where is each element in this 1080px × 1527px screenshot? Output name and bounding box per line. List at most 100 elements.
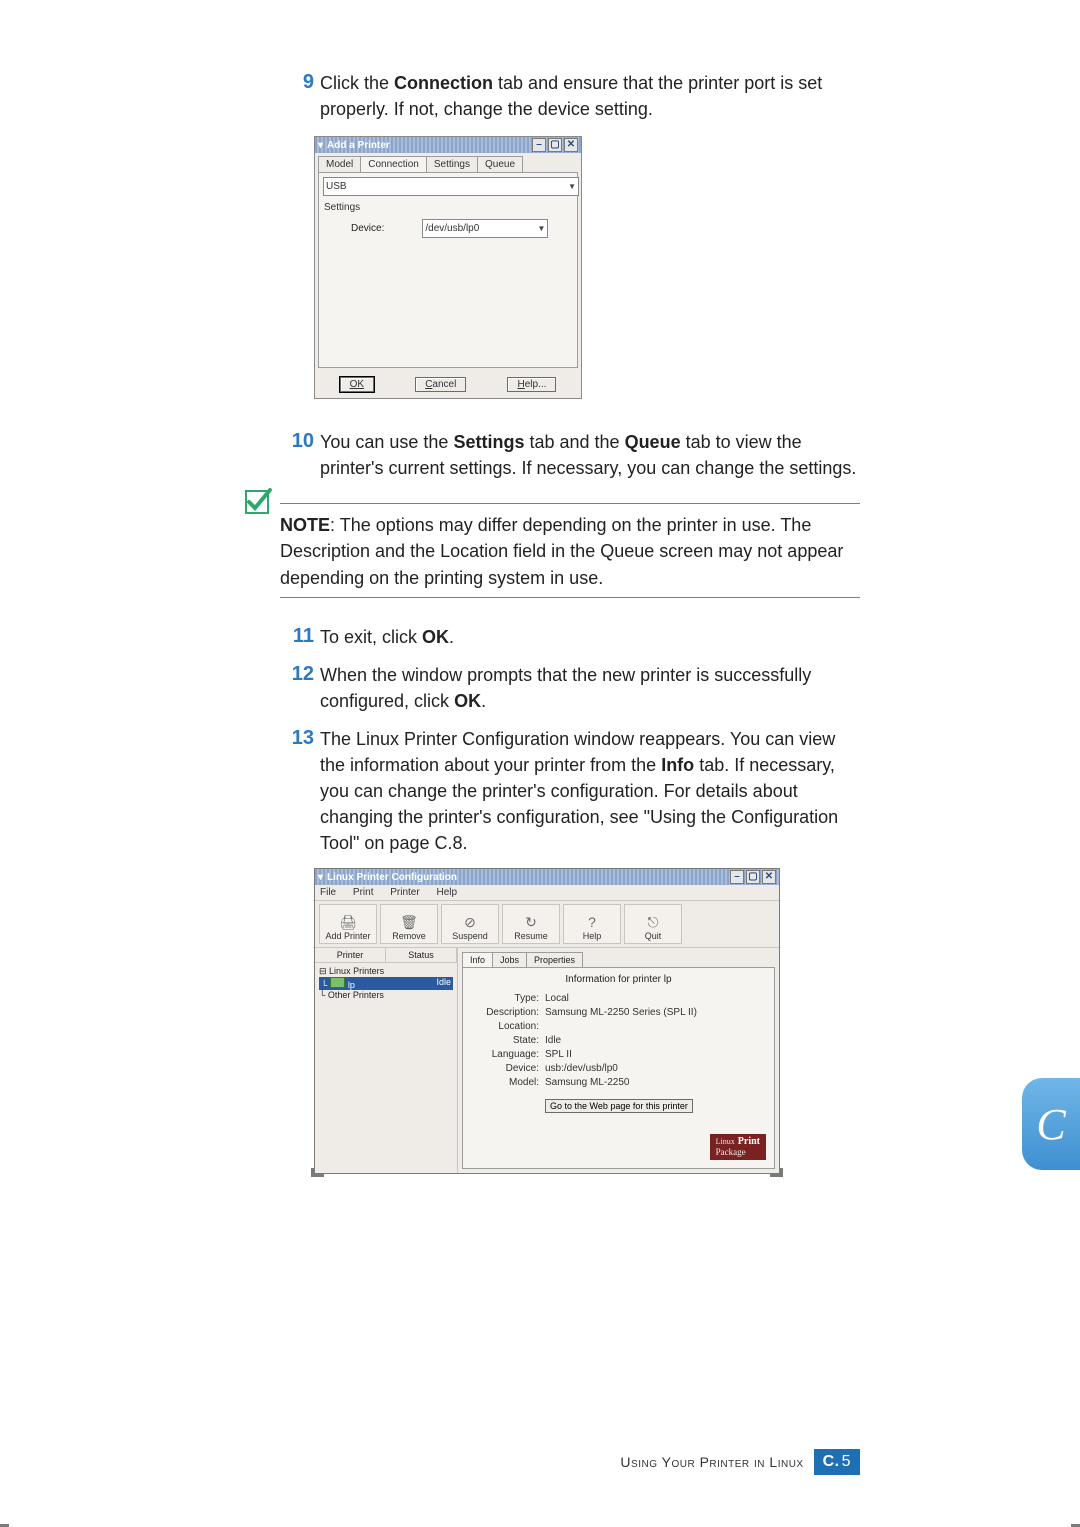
note-label: NOTE: [280, 515, 330, 535]
kv-type-k: Type:: [469, 993, 539, 1004]
ok-button[interactable]: OK: [340, 377, 374, 392]
menu-printer[interactable]: Printer: [390, 887, 419, 898]
tool-add-label: Add Printer: [325, 931, 370, 941]
step-10: 10 You can use the Settings tab and the …: [280, 429, 860, 481]
help-label: Help...: [517, 379, 546, 390]
titlebar-arrow-icon: ▾: [318, 872, 323, 883]
step-13-text: The Linux Printer Configuration window r…: [320, 726, 860, 856]
kv-desc-k: Description:: [469, 1007, 539, 1018]
tab-queue[interactable]: Queue: [477, 156, 523, 172]
tool-help[interactable]: ?Help: [563, 904, 621, 944]
rtab-info[interactable]: Info: [462, 952, 493, 967]
step-13-number: 13: [280, 726, 320, 750]
appendix-side-tab: C: [1022, 1078, 1080, 1170]
connection-type-combo[interactable]: USB ▼: [323, 177, 579, 196]
step-10-bold2: Queue: [625, 432, 681, 452]
device-combo[interactable]: /dev/usb/lp0 ▼: [422, 219, 548, 238]
step-9-bold: Connection: [394, 73, 493, 93]
logo-small: Linux: [716, 1137, 735, 1146]
kv-model-k: Model:: [469, 1077, 539, 1088]
tab-settings[interactable]: Settings: [426, 156, 478, 172]
tool-suspend[interactable]: ⊘ Suspend: [441, 904, 499, 944]
lpc-titlebar: ▾ Linux Printer Configuration – ▢ ✕: [315, 869, 779, 885]
tree-other-printers-label: Other Printers: [328, 990, 384, 1000]
suspend-icon: ⊘: [464, 915, 476, 929]
tool-quit[interactable]: ⎋Quit: [624, 904, 682, 944]
checkmark-icon: [240, 485, 274, 519]
help-icon: ?: [588, 915, 596, 929]
step-12: 12 When the window prompts that the new …: [280, 662, 860, 714]
remove-icon: 🗑: [400, 915, 418, 929]
maximize-icon[interactable]: ▢: [746, 870, 760, 884]
step-13: 13 The Linux Printer Configuration windo…: [280, 726, 860, 856]
step-12-pre: When the window prompts that the new pri…: [320, 665, 811, 711]
minimize-icon[interactable]: –: [532, 138, 546, 152]
go-web-page-button[interactable]: Go to the Web page for this printer: [545, 1099, 693, 1113]
add-printer-titlebar: ▾ Add a Printer – ▢ ✕: [315, 137, 581, 153]
lpc-toolbar: 🖨Add Printer 🗑Remove ⊘ Suspend ↻Resume ?H…: [315, 901, 779, 948]
close-icon[interactable]: ✕: [762, 870, 776, 884]
tab-model[interactable]: Model: [318, 156, 361, 172]
step-10-pre: You can use the: [320, 432, 453, 452]
kv-desc-v: Samsung ML-2250 Series (SPL II): [545, 1007, 697, 1018]
step-11-post: .: [449, 627, 454, 647]
tree-linux-printers-label: Linux Printers: [329, 966, 384, 976]
printer-small-icon: [330, 977, 345, 988]
step-11: 11 To exit, click OK.: [280, 624, 860, 650]
kv-state-v: Idle: [545, 1035, 561, 1046]
step-11-bold: OK: [422, 627, 449, 647]
kv-dev-v: usb:/dev/usb/lp0: [545, 1063, 618, 1074]
help-button[interactable]: Help...: [507, 377, 556, 392]
step-12-number: 12: [280, 662, 320, 686]
tool-suspend-label: Suspend: [452, 931, 488, 941]
resize-corner-right-icon: [770, 1168, 783, 1177]
step-10-bold1: Settings: [453, 432, 524, 452]
step-12-post: .: [481, 691, 486, 711]
device-label: Device:: [351, 223, 384, 234]
note-text: NOTE: The options may differ depending o…: [280, 512, 860, 590]
menu-help[interactable]: Help: [436, 887, 457, 898]
appendix-letter: C: [1036, 1099, 1065, 1150]
printer-info-panel: Info Jobs Properties Information for pri…: [458, 948, 779, 1173]
close-icon[interactable]: ✕: [564, 138, 578, 152]
step-9-number: 9: [280, 70, 320, 94]
tree-lp-selected[interactable]: └ lp Idle: [319, 977, 453, 990]
kv-dev-k: Device:: [469, 1063, 539, 1074]
tool-resume[interactable]: ↻Resume: [502, 904, 560, 944]
footer-text: Using Your Printer in Linux: [620, 1454, 803, 1470]
step-13-bold: Info: [661, 755, 694, 775]
tool-remove[interactable]: 🗑Remove: [380, 904, 438, 944]
add-printer-tabs: Model Connection Settings Queue: [315, 153, 581, 172]
page-badge: C.5: [814, 1449, 860, 1475]
rtab-props[interactable]: Properties: [526, 952, 583, 967]
tree-other-printers[interactable]: └ Other Printers: [319, 990, 453, 1000]
kv-type-v: Local: [545, 993, 569, 1004]
tool-add-printer[interactable]: 🖨Add Printer: [319, 904, 377, 944]
kv-model-v: Samsung ML-2250: [545, 1077, 630, 1088]
kv-loc-k: Location:: [469, 1021, 539, 1032]
menu-print[interactable]: Print: [353, 887, 374, 898]
printer-tree-panel: Printer Status ⊟ Linux Printers └ lp Idl…: [315, 948, 458, 1173]
minimize-icon[interactable]: –: [730, 870, 744, 884]
rtab-jobs[interactable]: Jobs: [492, 952, 527, 967]
step-12-text: When the window prompts that the new pri…: [320, 662, 860, 714]
step-12-bold: OK: [454, 691, 481, 711]
menu-file[interactable]: File: [320, 887, 336, 898]
cancel-button[interactable]: Cancel: [415, 377, 466, 392]
connection-panel: USB ▼ Settings Device: /dev/usb/lp0 ▼: [318, 172, 578, 368]
footer: Using Your Printer in Linux C.5: [620, 1449, 860, 1475]
step-9: 9 Click the Connection tab and ensure th…: [280, 70, 860, 122]
chevron-down-icon: ▼: [568, 182, 576, 191]
tree-lp-name: lp: [348, 980, 355, 990]
step-9-pre: Click the: [320, 73, 394, 93]
device-value: /dev/usb/lp0: [425, 223, 479, 234]
add-printer-window: ▾ Add a Printer – ▢ ✕ Model Connection S…: [314, 136, 582, 399]
step-10-number: 10: [280, 429, 320, 453]
kv-state-k: State:: [469, 1035, 539, 1046]
chevron-down-icon: ▼: [537, 224, 545, 233]
add-printer-buttons: OK Cancel Help...: [315, 371, 581, 398]
tab-connection[interactable]: Connection: [360, 156, 427, 172]
tree-linux-printers[interactable]: ⊟ Linux Printers: [319, 966, 453, 977]
maximize-icon[interactable]: ▢: [548, 138, 562, 152]
connection-type-value: USB: [326, 181, 347, 192]
